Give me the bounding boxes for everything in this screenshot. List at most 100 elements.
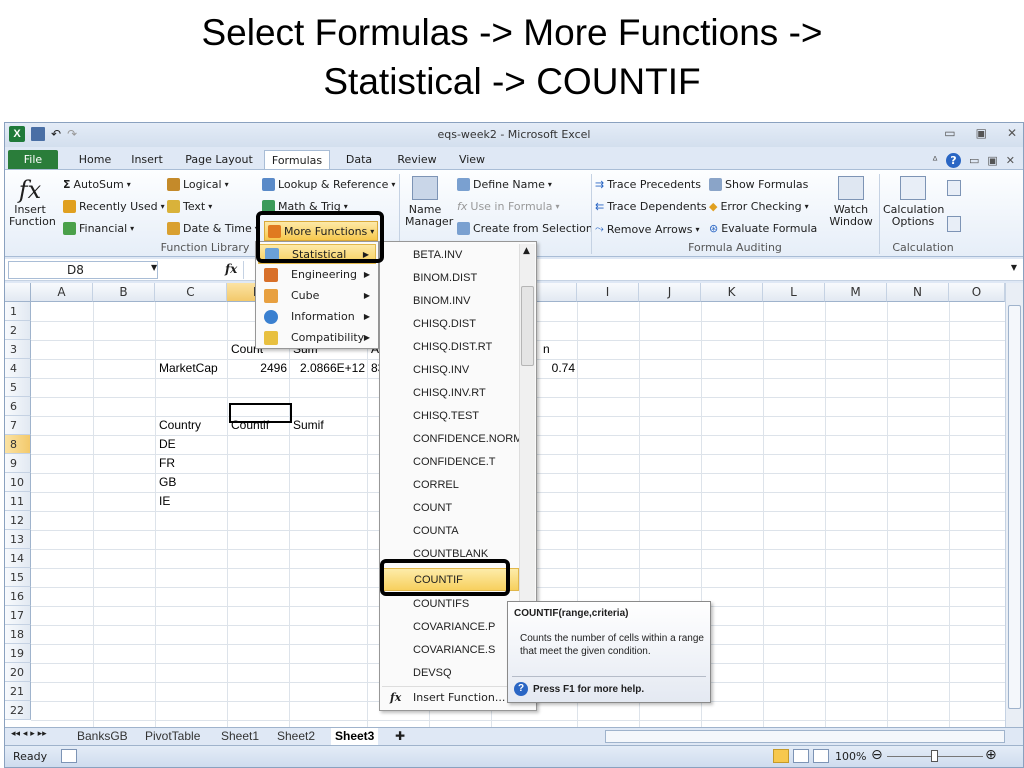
cell-c10[interactable]: GB xyxy=(159,473,176,492)
create-from-selection-button[interactable]: Create from Selection xyxy=(457,222,593,235)
sheet-nav-icon[interactable]: ◂◂ ◂ ▸ ▸▸ xyxy=(11,729,47,739)
autosum-button[interactable]: Σ AutoSum ▾ xyxy=(63,178,131,191)
row-header[interactable]: 16 xyxy=(5,587,31,606)
function-item[interactable]: CONFIDENCE.NORM xyxy=(382,428,522,451)
row-header[interactable]: 22 xyxy=(5,701,31,720)
name-box-dropdown-icon[interactable]: ▼ xyxy=(151,263,157,272)
menu-item-cube[interactable]: Cube ▶ xyxy=(258,286,376,306)
column-header[interactable]: M xyxy=(825,283,887,302)
collapse-ribbon-icon[interactable]: ᐞ xyxy=(932,154,938,167)
row-header[interactable]: 9 xyxy=(5,454,31,473)
insert-function-button[interactable]: fx Insert Function xyxy=(9,176,56,228)
function-item[interactable]: CHISQ.DIST.RT xyxy=(382,336,519,359)
cell-e4[interactable]: 2.0866E+12 xyxy=(289,359,365,378)
recently-used-button[interactable]: Recently Used ▾ xyxy=(63,200,165,213)
function-item[interactable]: CHISQ.DIST xyxy=(382,313,519,336)
text-button[interactable]: Text ▾ xyxy=(167,200,212,213)
scroll-up-icon[interactable]: ▲ xyxy=(523,246,530,256)
name-manager-button[interactable]: Name Manager xyxy=(405,176,453,228)
sheet-tab-sheet3[interactable]: Sheet3 xyxy=(331,728,379,745)
function-item[interactable]: COUNTIFS xyxy=(382,593,519,616)
row-header[interactable]: 12 xyxy=(5,511,31,530)
lookup-reference-button[interactable]: Lookup & Reference ▾ xyxy=(262,178,395,191)
workbook-close-icon[interactable]: ✕ xyxy=(1006,154,1015,167)
tab-formulas[interactable]: Formulas xyxy=(264,150,330,170)
calculation-options-button[interactable]: Calculation Options xyxy=(883,176,944,228)
cell-c8[interactable]: DE xyxy=(159,435,176,454)
function-item[interactable]: CHISQ.INV xyxy=(382,359,519,382)
function-item[interactable]: CHISQ.TEST xyxy=(382,405,519,428)
row-header[interactable]: 1 xyxy=(5,302,31,321)
row-header[interactable]: 21 xyxy=(5,682,31,701)
function-item[interactable]: DEVSQ xyxy=(382,662,519,685)
row-header[interactable]: 8 xyxy=(5,435,31,454)
cell-c11[interactable]: IE xyxy=(159,492,170,511)
select-all-corner[interactable] xyxy=(5,283,31,302)
function-item[interactable]: COUNTBLANK xyxy=(382,543,519,559)
define-name-button[interactable]: Define Name ▾ xyxy=(457,178,552,191)
function-item[interactable]: COUNTA xyxy=(382,520,519,543)
evaluate-formula-button[interactable]: ⊛ Evaluate Formula xyxy=(709,222,817,235)
column-header[interactable]: N xyxy=(887,283,949,302)
menu-item-information[interactable]: Information ▶ xyxy=(258,307,376,327)
horizontal-scrollbar[interactable] xyxy=(605,730,1005,743)
expand-formula-bar-icon[interactable]: ▼ xyxy=(1011,263,1017,272)
row-header[interactable]: 7 xyxy=(5,416,31,435)
row-header[interactable]: 19 xyxy=(5,644,31,663)
show-formulas-button[interactable]: Show Formulas xyxy=(709,178,808,191)
help-icon[interactable]: ? xyxy=(945,153,961,168)
cell-c9[interactable]: FR xyxy=(159,454,175,473)
row-header[interactable]: 2 xyxy=(5,321,31,340)
financial-button[interactable]: Financial ▾ xyxy=(63,222,134,235)
function-item[interactable]: COVARIANCE.S xyxy=(382,639,519,662)
macro-record-icon[interactable] xyxy=(61,749,77,763)
zoom-slider-thumb[interactable] xyxy=(931,750,938,762)
minimize-icon[interactable]: ▭ xyxy=(944,126,955,140)
column-header[interactable]: C xyxy=(155,283,227,302)
function-item[interactable]: CHISQ.INV.RT xyxy=(382,382,519,405)
row-header[interactable]: 3 xyxy=(5,340,31,359)
column-header[interactable]: J xyxy=(639,283,701,302)
row-header[interactable]: 6 xyxy=(5,397,31,416)
use-in-formula-button[interactable]: fx Use in Formula ▾ xyxy=(457,200,559,213)
column-header[interactable]: B xyxy=(93,283,155,302)
trace-precedents-button[interactable]: ⇉ Trace Precedents xyxy=(595,178,701,191)
tab-view[interactable]: View xyxy=(453,150,491,169)
function-item[interactable]: COUNT xyxy=(382,497,519,520)
date-time-button[interactable]: Date & Time ▾ xyxy=(167,222,259,235)
row-header[interactable]: 5 xyxy=(5,378,31,397)
watch-window-button[interactable]: Watch Window xyxy=(827,176,875,228)
menu-item-engineering[interactable]: Engineering ▶ xyxy=(258,265,376,285)
row-header[interactable]: 14 xyxy=(5,549,31,568)
column-header[interactable]: I xyxy=(577,283,639,302)
sheet-tab-sheet2[interactable]: Sheet2 xyxy=(277,728,315,745)
function-item[interactable]: CONFIDENCE.T xyxy=(382,451,519,474)
tab-file[interactable]: File xyxy=(8,150,58,169)
menu-item-compatibility[interactable]: Compatibility ▶ xyxy=(258,328,376,348)
sheet-tab-banksgb[interactable]: BanksGB xyxy=(77,728,128,745)
function-item[interactable]: BINOM.DIST xyxy=(382,267,519,290)
name-box[interactable]: D8 xyxy=(8,261,158,279)
row-header[interactable]: 10 xyxy=(5,473,31,492)
sheet-tab-pivottable[interactable]: PivotTable xyxy=(145,728,200,745)
row-header[interactable]: 18 xyxy=(5,625,31,644)
zoom-in-icon[interactable]: ⊕ xyxy=(985,747,997,763)
tab-home[interactable]: Home xyxy=(75,150,115,169)
logical-button[interactable]: Logical ▾ xyxy=(167,178,229,191)
page-layout-view-icon[interactable] xyxy=(793,749,809,763)
row-header[interactable]: 17 xyxy=(5,606,31,625)
row-header[interactable]: 11 xyxy=(5,492,31,511)
sheet-tab-sheet1[interactable]: Sheet1 xyxy=(221,728,259,745)
cell-d4[interactable]: 2496 xyxy=(227,359,287,378)
calculate-sheet-icon[interactable] xyxy=(947,180,961,196)
insert-sheet-icon[interactable]: ✚ xyxy=(395,729,405,743)
zoom-level[interactable]: 100% xyxy=(835,750,866,763)
remove-arrows-button[interactable]: ⤳ Remove Arrows ▾ xyxy=(595,222,700,236)
tab-review[interactable]: Review xyxy=(393,150,441,169)
maximize-icon[interactable]: ▣ xyxy=(976,126,987,140)
cell-h3[interactable]: n xyxy=(543,340,550,359)
row-header[interactable]: 13 xyxy=(5,530,31,549)
row-header[interactable]: 20 xyxy=(5,663,31,682)
tab-page-layout[interactable]: Page Layout xyxy=(181,150,257,169)
row-header[interactable]: 4 xyxy=(5,359,31,378)
